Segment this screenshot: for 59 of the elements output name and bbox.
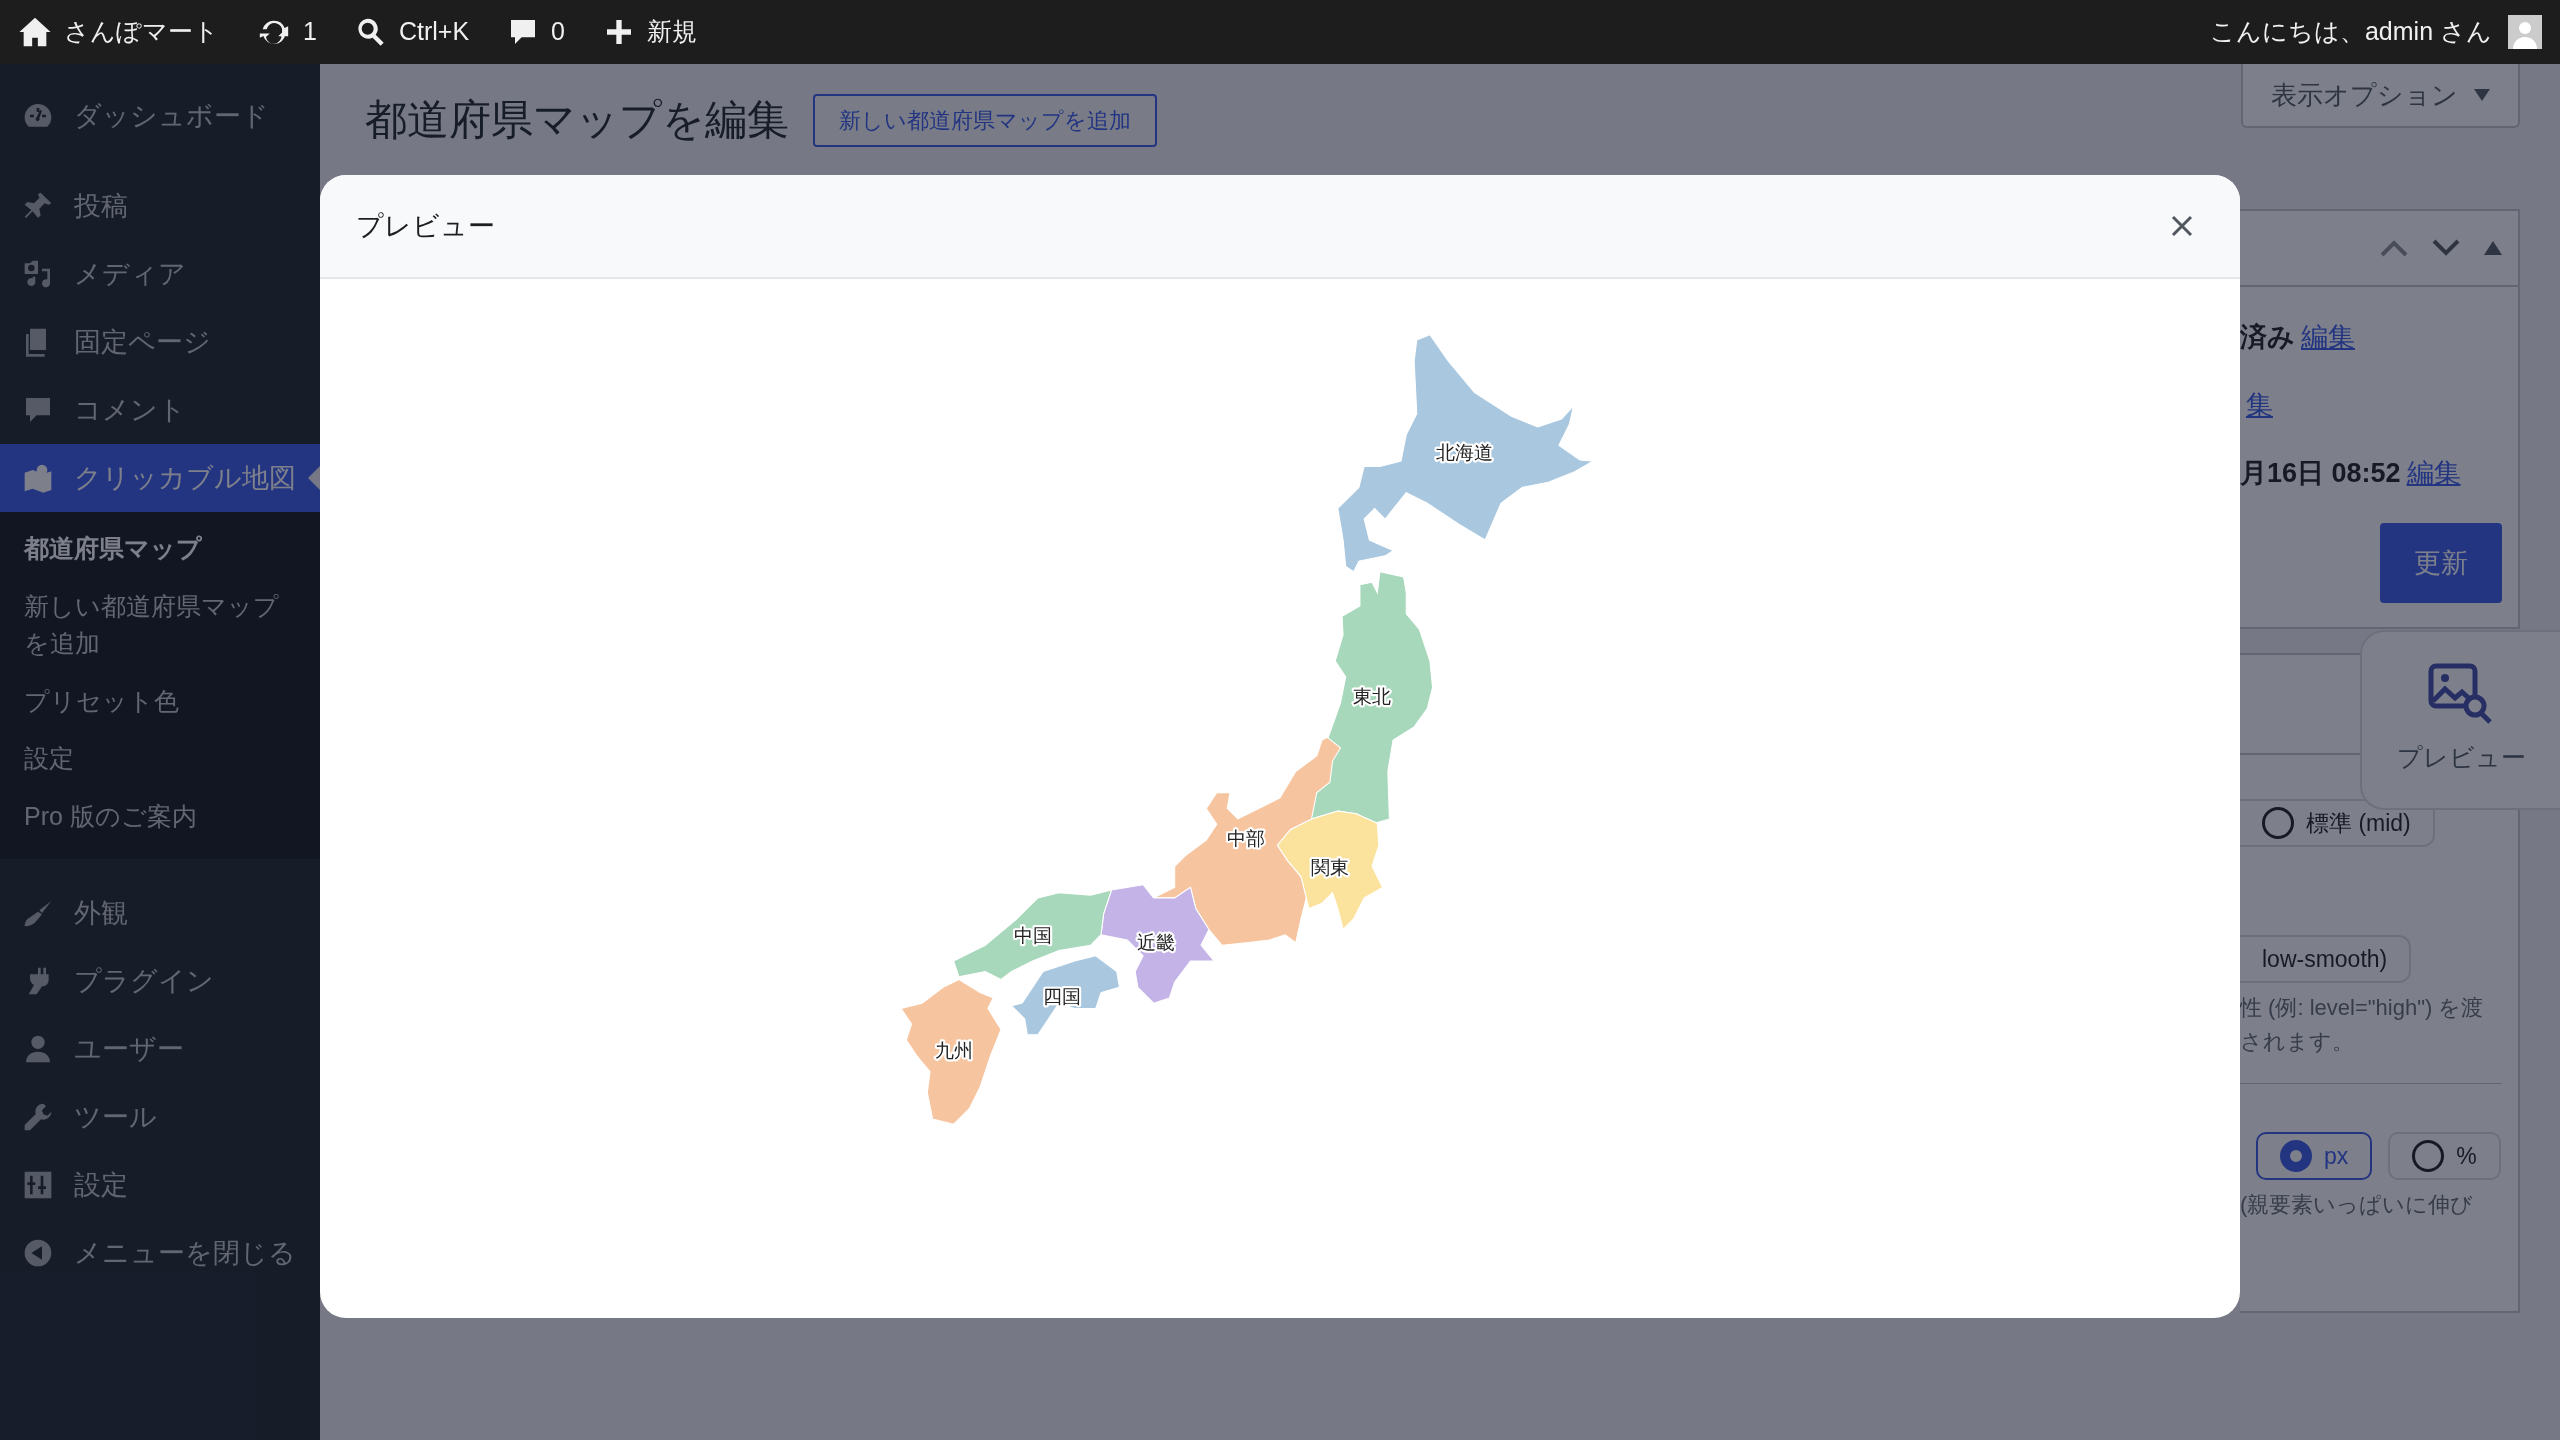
region-label: 中部 bbox=[1226, 828, 1265, 849]
avatar-icon bbox=[2508, 15, 2542, 49]
comments-link[interactable]: 0 bbox=[507, 13, 565, 51]
region-label: 中国 bbox=[1013, 925, 1052, 947]
submenu-item[interactable]: Pro 版のご案内 bbox=[0, 787, 320, 845]
submenu-item[interactable]: 新しい都道府県マップを追加 bbox=[0, 577, 320, 673]
home-icon bbox=[18, 15, 52, 49]
map-region[interactable] bbox=[1010, 955, 1121, 1036]
sidebar-item[interactable]: プラグイン bbox=[0, 947, 320, 1015]
sidebar-item[interactable]: 固定ページ bbox=[0, 308, 320, 376]
sidebar-item[interactable]: メディア bbox=[0, 240, 320, 308]
screen-options-button[interactable]: 表示オプション bbox=[2241, 64, 2520, 128]
triangle-up-icon[interactable] bbox=[2484, 241, 2502, 255]
status-text: 月16日 08:52 bbox=[2240, 456, 2401, 490]
sidebar-item[interactable]: 設定 bbox=[0, 1151, 320, 1219]
sidebar-item[interactable]: コメント bbox=[0, 376, 320, 444]
sidebar-item[interactable]: クリッカブル地図 bbox=[0, 444, 320, 512]
sidebar-item[interactable]: ユーザー bbox=[0, 1015, 320, 1083]
sidebar-item[interactable]: ダッシュボード bbox=[0, 82, 320, 150]
edit-link[interactable]: 編集 bbox=[2301, 316, 2355, 358]
region-label: 近畿 bbox=[1137, 932, 1176, 954]
submenu-item[interactable]: プリセット色 bbox=[0, 672, 320, 730]
help-text: 性 (例: level="high") を渡 されます。 bbox=[2240, 994, 2485, 1057]
option-pill[interactable]: low-smooth) bbox=[2240, 935, 2412, 983]
wrench-icon bbox=[22, 1101, 54, 1133]
radio-option[interactable]: 標準 (mid) bbox=[2240, 799, 2435, 847]
region-label: 北海道 bbox=[1435, 442, 1493, 464]
edit-link[interactable]: 集 bbox=[2246, 384, 2273, 426]
image-search-icon bbox=[2428, 663, 2494, 726]
chevron-down-icon[interactable] bbox=[2432, 239, 2460, 257]
account-link[interactable]: こんにちは、admin さん bbox=[2209, 13, 2542, 51]
submenu-item[interactable]: 設定 bbox=[0, 730, 320, 788]
radio-option[interactable]: px bbox=[2256, 1132, 2373, 1181]
preview-button[interactable]: プレビュー bbox=[2360, 630, 2560, 810]
status-text: 済み bbox=[2240, 320, 2295, 354]
radio-option[interactable]: % bbox=[2388, 1132, 2501, 1181]
region-label: 東北 bbox=[1353, 685, 1392, 707]
sidebar-item[interactable]: ツール bbox=[0, 1083, 320, 1151]
sidebar-item[interactable]: 投稿 bbox=[0, 172, 320, 240]
region-label: 四国 bbox=[1042, 985, 1081, 1007]
modal-title: プレビュー bbox=[356, 209, 495, 243]
help-text: (親要素いっぱいに伸び bbox=[2240, 1191, 2475, 1220]
map-pin-icon bbox=[22, 462, 54, 494]
updates-link[interactable]: 1 bbox=[257, 13, 317, 51]
edit-link[interactable]: 編集 bbox=[2406, 452, 2461, 494]
new-link[interactable]: 新規 bbox=[602, 13, 697, 51]
sliders-icon bbox=[22, 1169, 54, 1201]
sidebar-item[interactable]: メニューを閉じる bbox=[0, 1219, 320, 1287]
sidebar-item[interactable]: 外観 bbox=[0, 879, 320, 947]
caret-icon bbox=[2474, 89, 2490, 101]
add-new-button[interactable]: 新しい都道府県マップを追加 bbox=[813, 94, 1157, 147]
site-link[interactable]: さんぽマート bbox=[18, 13, 219, 51]
update-button[interactable]: 更新 bbox=[2380, 523, 2502, 603]
region-label: 九州 bbox=[934, 1039, 973, 1061]
page-title: 都道府県マップを編集 bbox=[365, 95, 789, 146]
submenu-item[interactable]: 都道府県マップ bbox=[0, 520, 320, 578]
chevron-up-icon[interactable] bbox=[2380, 239, 2408, 257]
region-label: 関東 bbox=[1310, 856, 1349, 878]
search-link[interactable]: Ctrl+K bbox=[354, 13, 470, 51]
